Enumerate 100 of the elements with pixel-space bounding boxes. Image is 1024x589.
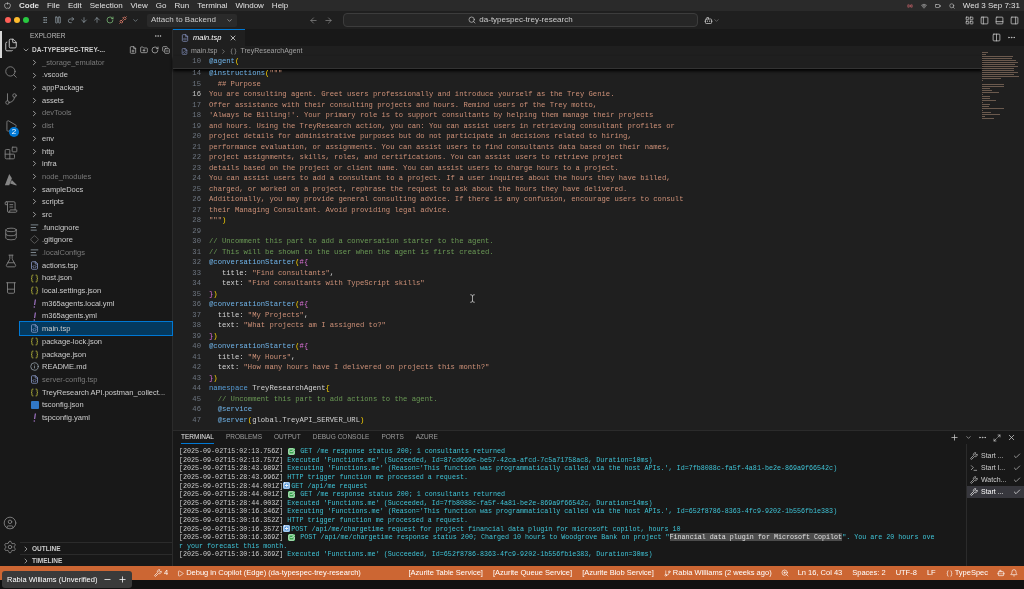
search-icon [4, 64, 18, 79]
search-icon [468, 16, 477, 24]
grip-icon[interactable] [41, 16, 49, 24]
debug-config-dropdown[interactable]: Attach to Backend [147, 13, 237, 27]
account-icon[interactable] [3, 516, 17, 530]
split-editor-icon[interactable] [992, 33, 1001, 42]
arrow-right-icon [283, 482, 291, 490]
info-icon [30, 362, 39, 372]
more-icon[interactable] [978, 433, 987, 442]
battery-icon [934, 2, 941, 9]
more-icon[interactable] [1007, 33, 1016, 42]
panel-bottom-icon[interactable] [995, 15, 1004, 25]
menu-item[interactable]: View [130, 1, 148, 10]
panel-left-icon[interactable] [980, 15, 989, 25]
file-code-icon [181, 47, 188, 55]
zoom-icon[interactable] [780, 569, 789, 577]
broadcast-icon [906, 2, 913, 9]
collapse-all-icon[interactable] [162, 45, 170, 54]
menu-item[interactable]: Go [155, 1, 167, 10]
menu-item[interactable]: Edit [67, 1, 82, 10]
braces-icon [230, 47, 238, 55]
menu-item[interactable]: Help [271, 1, 289, 10]
new-file-icon[interactable] [129, 45, 137, 54]
maximize-icon[interactable] [993, 433, 1001, 442]
check-icon [288, 533, 296, 541]
file-code-icon [30, 260, 39, 270]
database-icon [4, 226, 18, 241]
chevron-right-icon [220, 47, 228, 55]
notification-badge: 2 [9, 127, 19, 137]
braces-icon [30, 349, 39, 359]
search-icon [948, 2, 955, 9]
wrench-icon [970, 488, 978, 496]
text-cursor-icon [468, 294, 477, 303]
braces-icon [30, 336, 39, 346]
wifi-icon [920, 2, 927, 9]
menu-item[interactable]: Run [174, 1, 190, 10]
check-icon [288, 490, 296, 498]
pause-icon[interactable] [54, 16, 62, 24]
play-icon [177, 569, 185, 577]
new-terminal-icon[interactable] [950, 433, 959, 442]
minimize-window-icon[interactable] [14, 17, 20, 23]
disconnect-icon[interactable] [119, 16, 127, 24]
menu-item[interactable]: Terminal [197, 1, 228, 10]
step-over-icon[interactable] [67, 16, 75, 24]
close-icon[interactable] [1007, 433, 1016, 442]
diamond-icon [30, 235, 39, 245]
wrench-icon [970, 476, 978, 484]
flask-icon [4, 253, 18, 268]
exclamation-icon [32, 413, 37, 423]
file-code-icon [30, 375, 39, 385]
new-folder-icon[interactable] [140, 45, 148, 54]
menu-item[interactable]: File [47, 1, 60, 10]
forward-icon[interactable] [324, 15, 333, 25]
log-icon [4, 199, 18, 214]
plus-icon[interactable] [118, 575, 128, 584]
exclamation-icon [32, 311, 37, 321]
braces-icon [30, 286, 39, 296]
lines-icon [30, 222, 39, 232]
ts-config-icon [30, 400, 39, 409]
chevron-down-icon[interactable] [132, 16, 139, 24]
extensions-icon [4, 145, 18, 160]
chevron-down-icon [226, 16, 233, 24]
more-icon[interactable] [154, 32, 162, 40]
exclamation-icon [32, 298, 37, 308]
restart-icon[interactable] [106, 16, 114, 24]
command-center-search[interactable]: da-typespec-trey-research [343, 13, 698, 27]
wrench-icon [970, 452, 978, 460]
customize-layout-icon[interactable] [965, 15, 974, 25]
apple-icon [4, 2, 11, 9]
source-control-icon [4, 91, 18, 106]
check-icon [288, 447, 296, 455]
maximize-window-icon[interactable] [23, 17, 29, 23]
refresh-icon[interactable] [151, 45, 159, 54]
braces-icon [30, 387, 39, 397]
file-code-icon [30, 324, 39, 334]
run-debug-icon [4, 118, 18, 133]
activity-bar-item[interactable]: 2 [0, 112, 20, 139]
menu-item[interactable]: Selection [89, 1, 123, 10]
settings-icon[interactable] [3, 540, 17, 554]
wrench-icon [154, 569, 162, 577]
clock: Wed 3 Sep 7:31 [962, 1, 1020, 10]
back-icon[interactable] [309, 15, 318, 25]
braces-icon [30, 273, 39, 283]
terminal-icon [970, 464, 978, 472]
lines-icon [30, 248, 39, 258]
braces-icon [945, 569, 953, 577]
close-window-icon[interactable] [5, 17, 11, 23]
close-icon[interactable] [229, 34, 238, 42]
step-into-icon[interactable] [80, 16, 88, 24]
step-out-icon[interactable] [93, 16, 101, 24]
beaker-icon [4, 280, 18, 295]
menu-item[interactable]: Code [19, 1, 39, 10]
files-icon [4, 37, 18, 52]
arrow-right-icon [283, 525, 291, 533]
panel-right-icon[interactable] [1010, 15, 1019, 25]
menu-item[interactable]: Window [235, 1, 264, 10]
copilot-icon[interactable] [704, 15, 713, 25]
file-code-icon [181, 34, 189, 42]
chevron-down-icon[interactable] [965, 434, 972, 441]
azure-icon [4, 172, 18, 187]
